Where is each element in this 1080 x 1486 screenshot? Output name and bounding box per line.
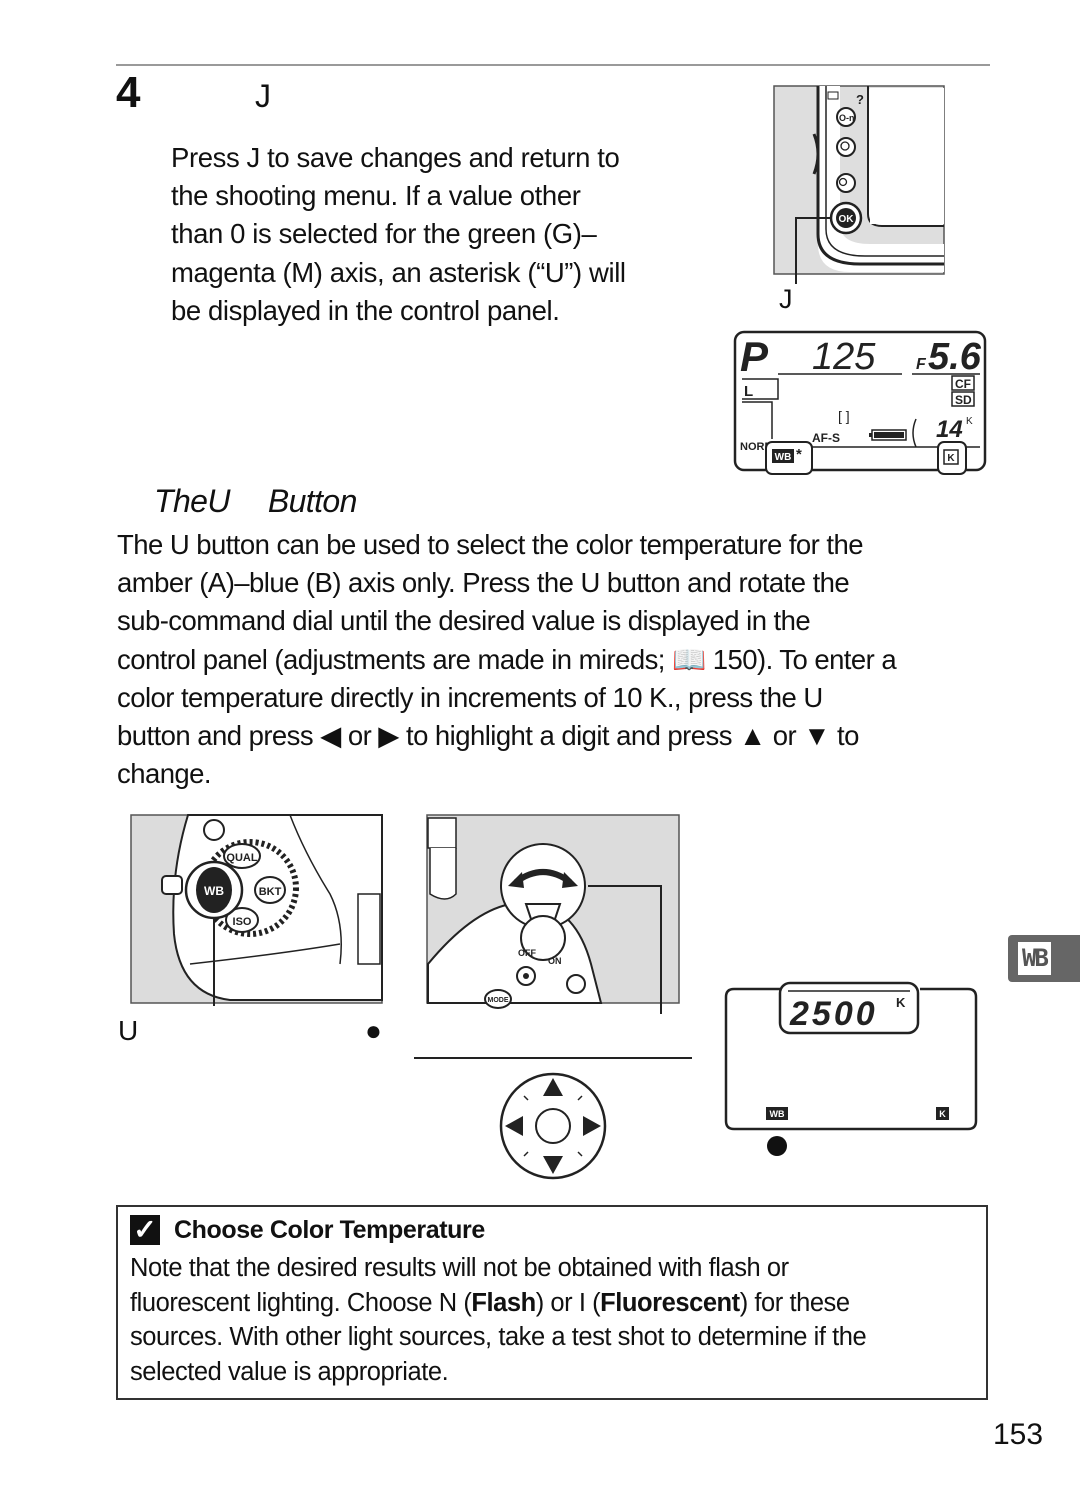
wb-button-caption: U (118, 1015, 139, 1046)
kelvin-indicator: K (937, 441, 967, 475)
svg-text:BKT: BKT (259, 886, 282, 898)
wb-button-illustration: QUAL BKT ISO WB (130, 814, 383, 1006)
cf-card-indicator: CF (955, 377, 971, 391)
step-instructions: Press J to save changes and return to th… (171, 139, 691, 330)
wb-tab-icon: WB (1018, 942, 1051, 975)
svg-text:K: K (966, 416, 973, 427)
check-icon: ✓ (130, 1215, 160, 1245)
note-box: ✓ Choose Color Temperature Note that the… (116, 1205, 988, 1400)
svg-text:K: K (947, 453, 955, 464)
color-temp-panel-illustration: 2500 K WB K (724, 981, 978, 1156)
fluorescent-term: Fluorescent (600, 1288, 740, 1317)
step-line: than 0 is selected for the green (G)– (171, 218, 597, 250)
body-line: change. (117, 758, 212, 790)
note-header: ✓ Choose Color Temperature (130, 1215, 485, 1245)
body-line: button and press ◀ or ▶ to highlight a d… (117, 720, 859, 752)
svg-text:O-n: O-n (839, 113, 855, 123)
wb-indicator: WB (766, 1107, 788, 1120)
svg-text:F: F (916, 356, 927, 373)
body-line: control panel (adjustments are made in m… (117, 643, 897, 675)
wb-indicator: WB * (765, 441, 813, 475)
svg-text:ON: ON (548, 956, 562, 966)
protect-button-icon: O-n (836, 107, 856, 127)
svg-text:WB: WB (775, 452, 792, 463)
svg-text:K: K (939, 1109, 946, 1119)
note-line: sources. With other light sources, take … (130, 1323, 867, 1351)
svg-text:K: K (896, 995, 906, 1010)
af-area-indicator: [ ] (838, 408, 850, 424)
multi-selector-illustration (499, 1072, 607, 1180)
svg-text:ISO: ISO (233, 916, 252, 928)
svg-text:OFF: OFF (518, 948, 536, 958)
aperture-readout: 5.6 (928, 336, 982, 378)
shutter-readout: 125 (812, 336, 876, 378)
body-line: amber (A)–blue (B) axis only. Press the … (117, 567, 850, 599)
flash-term: Flash (471, 1288, 536, 1317)
help-icon: ? (856, 92, 864, 107)
zoom-in-button-icon (836, 137, 856, 157)
svg-text:OK: OK (839, 214, 855, 225)
caption-divider (414, 1057, 692, 1059)
caption-dot (767, 1136, 787, 1156)
svg-text:QUAL: QUAL (226, 852, 257, 864)
kelvin-indicator: K (936, 1107, 949, 1120)
page-number: 153 (993, 1418, 1044, 1451)
asterisk-indicator: * (796, 446, 802, 463)
control-panel-illustration: P 125 F 5.6 CF SD L NORM AF-S [ ] 14 K W… (733, 330, 987, 475)
ok-button-icon: OK (829, 201, 863, 235)
body-line: sub-command dial until the desired value… (117, 605, 811, 637)
wb-button-glyph: U (207, 483, 230, 519)
frames-remaining: 14 (936, 416, 963, 443)
zoom-out-button-icon (836, 173, 856, 193)
step-line: the shooting menu. If a value other (171, 180, 581, 212)
note-line: selected value is appropriate. (130, 1357, 449, 1386)
battery-icon (869, 429, 907, 441)
section-title-button: Button (267, 483, 358, 519)
step-line: magenta (M) axis, an asterisk (“U”) will (171, 256, 626, 288)
step-line: be displayed in the control panel. (171, 294, 560, 326)
svg-text:MODE: MODE (488, 997, 509, 1004)
mode-readout: P (740, 333, 769, 380)
body-line: color temperature directly in increments… (117, 681, 823, 713)
section-body: The U button can be used to select the c… (117, 526, 992, 793)
ok-button-glyph: J (255, 78, 271, 114)
note-line: fluorescent lighting. Choose N (Flash) o… (130, 1286, 980, 1321)
note-text: ) or I ( (535, 1288, 601, 1317)
ok-button-caption: J (779, 284, 793, 314)
note-body: Note that the desired results will not b… (130, 1251, 980, 1389)
note-line: Note that the desired results will not b… (130, 1254, 789, 1282)
color-temp-value: 2500 (789, 995, 878, 1033)
camera-back-illustration: ? O-n OK (773, 85, 945, 284)
svg-text:WB: WB (204, 884, 224, 898)
sub-command-dial-illustration: OFF ON MODE (426, 814, 680, 1014)
svg-text:?: ? (856, 92, 864, 107)
sd-card-indicator: SD (955, 393, 972, 407)
body-line: The U button can be used to select the c… (117, 529, 864, 560)
note-title: Choose Color Temperature (174, 1215, 485, 1244)
bkt-button-icon: BKT (254, 876, 286, 904)
section-title: TheU Button (154, 481, 357, 521)
section-title-the: The (154, 483, 208, 519)
step-number: 4 (116, 68, 141, 117)
note-text: ) for these (739, 1288, 850, 1317)
wb-button-icon: WB (184, 860, 244, 920)
image-size-indicator: L (744, 383, 753, 400)
qual-button-icon: QUAL (223, 843, 261, 869)
note-text: fluorescent lighting. Choose N ( (130, 1288, 472, 1317)
top-rule (116, 64, 990, 66)
wb-button-caption-dot: ● (365, 1015, 382, 1046)
svg-text:WB: WB (770, 1109, 785, 1119)
step-line: Press J to save changes and return to (171, 142, 620, 173)
af-mode-indicator: AF-S (812, 431, 840, 445)
chapter-tab-wb[interactable]: WB (1008, 935, 1080, 982)
